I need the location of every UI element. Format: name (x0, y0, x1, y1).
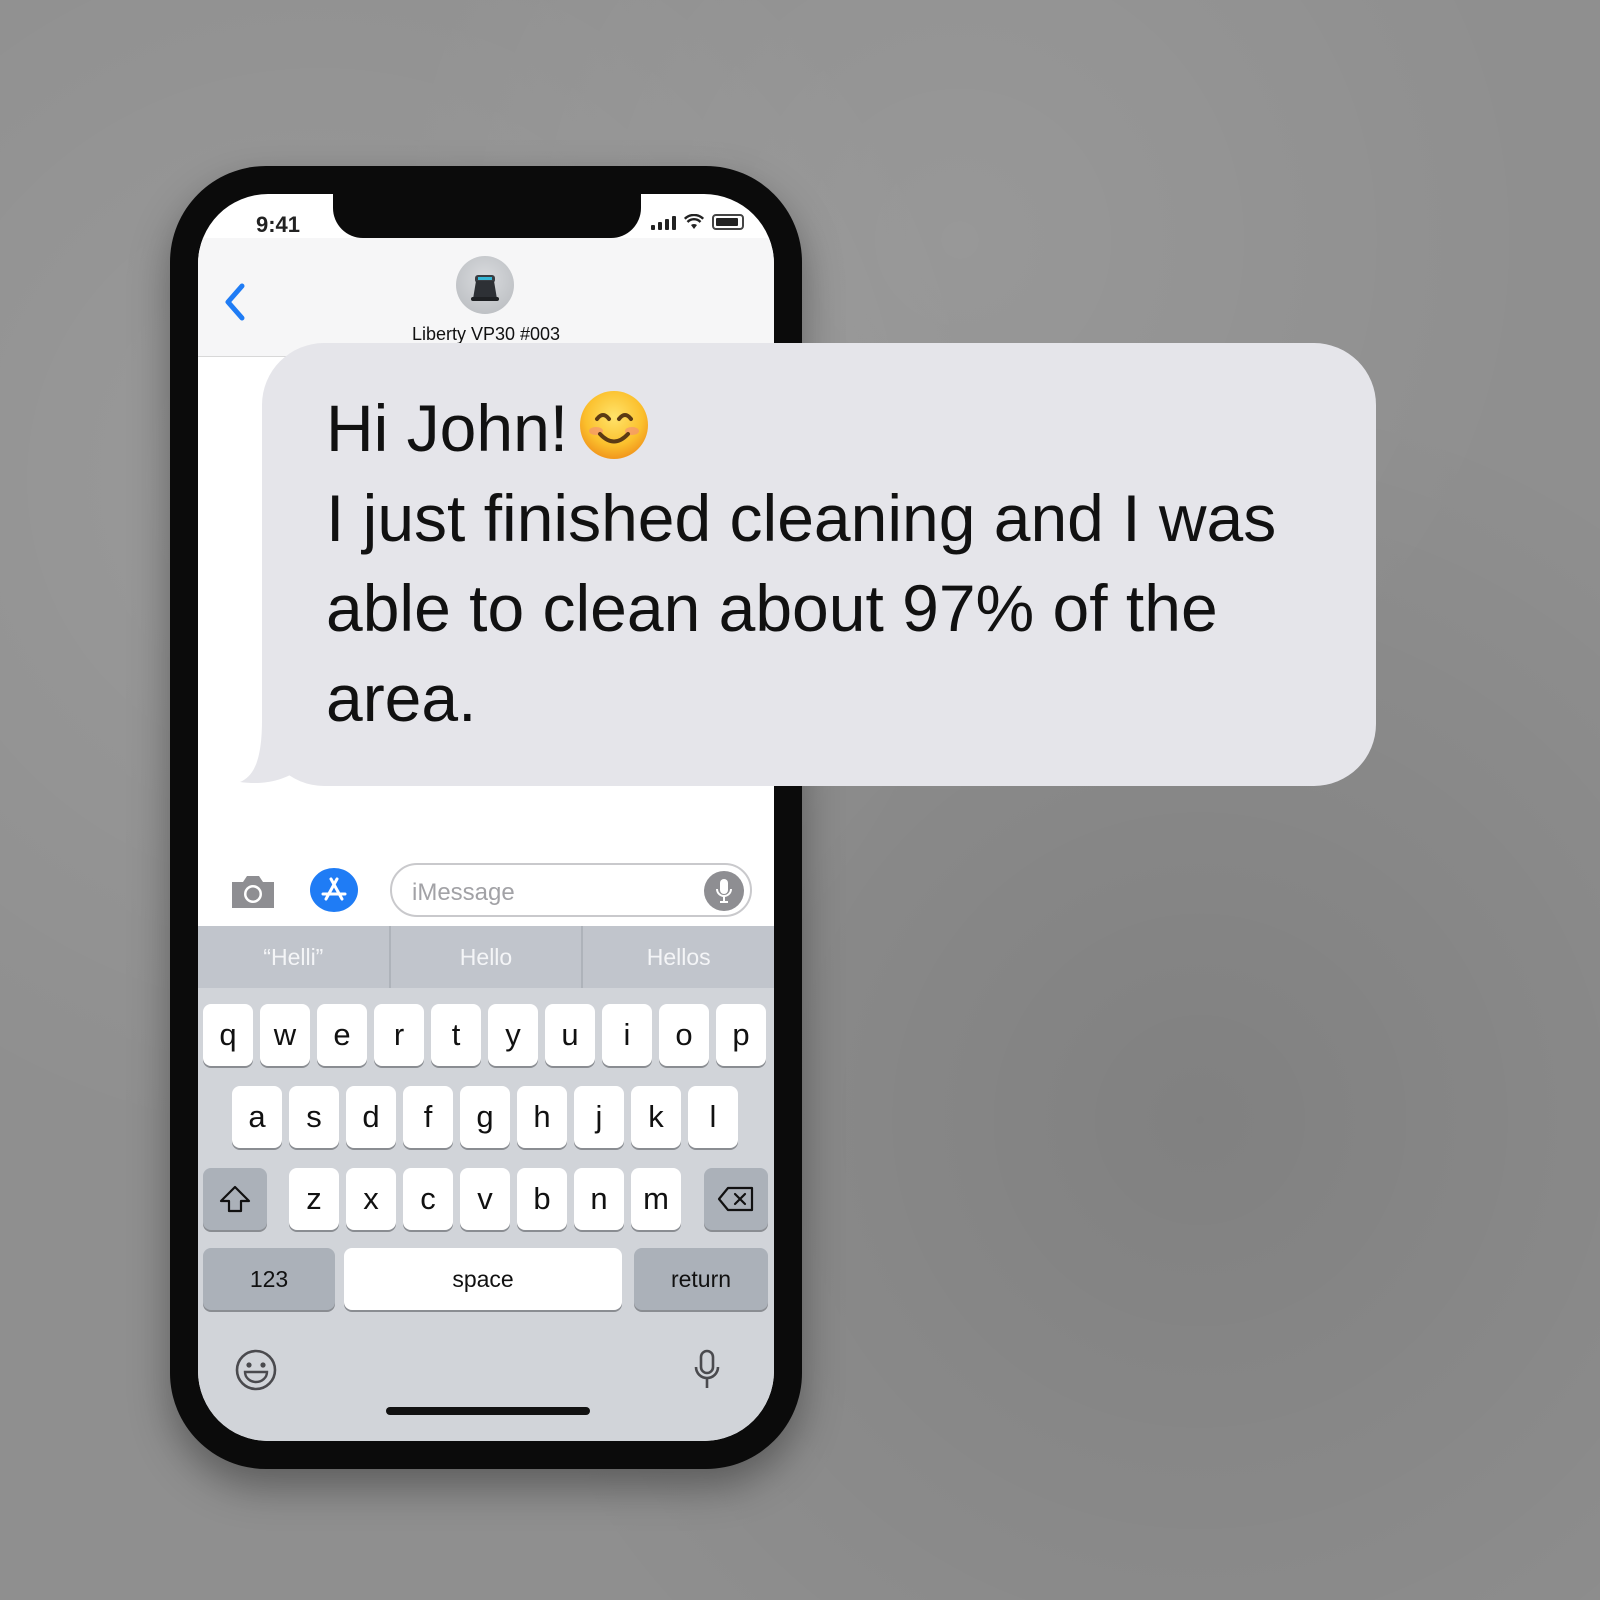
wifi-icon (684, 214, 704, 229)
key-y[interactable]: y (488, 1004, 538, 1066)
message-line-2: able to clean about 97% of the (326, 571, 1218, 645)
status-time: 9:41 (256, 212, 301, 237)
key-i[interactable]: i (602, 1004, 652, 1066)
delete-key[interactable] (704, 1168, 768, 1230)
status-icons (651, 214, 744, 230)
shift-icon (219, 1185, 251, 1213)
key-x[interactable]: x (346, 1168, 396, 1230)
key-d[interactable]: d (346, 1086, 396, 1148)
key-u[interactable]: u (545, 1004, 595, 1066)
message-input-placeholder: iMessage (412, 879, 515, 906)
key-h[interactable]: h (517, 1086, 567, 1148)
backspace-icon (717, 1186, 754, 1212)
key-f[interactable]: f (403, 1086, 453, 1148)
key-s[interactable]: s (289, 1086, 339, 1148)
composer-row: iMessage (198, 860, 774, 924)
key-c[interactable]: c (403, 1168, 453, 1230)
audio-message-button[interactable] (704, 871, 744, 911)
key-w[interactable]: w (260, 1004, 310, 1066)
emoji-icon[interactable] (234, 1348, 278, 1392)
conversation-header: Liberty VP30 #003 (198, 238, 774, 357)
message-input[interactable]: iMessage (390, 863, 752, 917)
key-q[interactable]: q (203, 1004, 253, 1066)
space-key[interactable]: space (344, 1248, 622, 1310)
avatar[interactable] (456, 256, 514, 314)
signal-icon (651, 214, 676, 230)
key-l[interactable]: l (688, 1086, 738, 1148)
home-indicator[interactable] (386, 1407, 590, 1415)
robot-icon (471, 275, 499, 301)
key-p[interactable]: p (716, 1004, 766, 1066)
battery-icon (712, 214, 744, 230)
key-r[interactable]: r (374, 1004, 424, 1066)
message-line-3: area. (326, 661, 477, 735)
key-m[interactable]: m (631, 1168, 681, 1230)
key-g[interactable]: g (460, 1086, 510, 1148)
key-v[interactable]: v (460, 1168, 510, 1230)
message-greeting-line: Hi John! (326, 383, 1336, 473)
keyboard: “Helli” Hello Hellos q w e r t y u i o p… (198, 926, 774, 1441)
suggestion-bar: “Helli” Hello Hellos (198, 926, 774, 988)
return-key[interactable]: return (634, 1248, 768, 1310)
app-store-button[interactable] (310, 868, 358, 912)
suggestion-1[interactable]: “Helli” (198, 926, 389, 988)
back-chevron-icon[interactable] (220, 280, 248, 324)
key-a[interactable]: a (232, 1086, 282, 1148)
app-store-icon (321, 877, 347, 901)
key-j[interactable]: j (574, 1086, 624, 1148)
suggestion-2[interactable]: Hello (388, 926, 582, 988)
message-line-1: I just finished cleaning and I was (326, 481, 1277, 555)
camera-icon[interactable] (228, 872, 278, 912)
message-greeting: Hi John! (326, 391, 569, 465)
notch (333, 194, 641, 238)
suggestion-3[interactable]: Hellos (581, 926, 774, 988)
microphone-icon (716, 879, 732, 903)
dictation-icon[interactable] (692, 1348, 722, 1392)
key-e[interactable]: e (317, 1004, 367, 1066)
message-bubble[interactable]: Hi John! I just finished cleaning and I … (262, 343, 1376, 786)
key-k[interactable]: k (631, 1086, 681, 1148)
key-n[interactable]: n (574, 1168, 624, 1230)
key-b[interactable]: b (517, 1168, 567, 1230)
contact-name[interactable]: Liberty VP30 #003 (198, 324, 774, 345)
numbers-key[interactable]: 123 (203, 1248, 335, 1310)
key-o[interactable]: o (659, 1004, 709, 1066)
shift-key[interactable] (203, 1168, 267, 1230)
message-text: Hi John! I just finished cleaning and I … (326, 383, 1336, 743)
smiling-face-icon (580, 391, 649, 459)
key-t[interactable]: t (431, 1004, 481, 1066)
key-z[interactable]: z (289, 1168, 339, 1230)
